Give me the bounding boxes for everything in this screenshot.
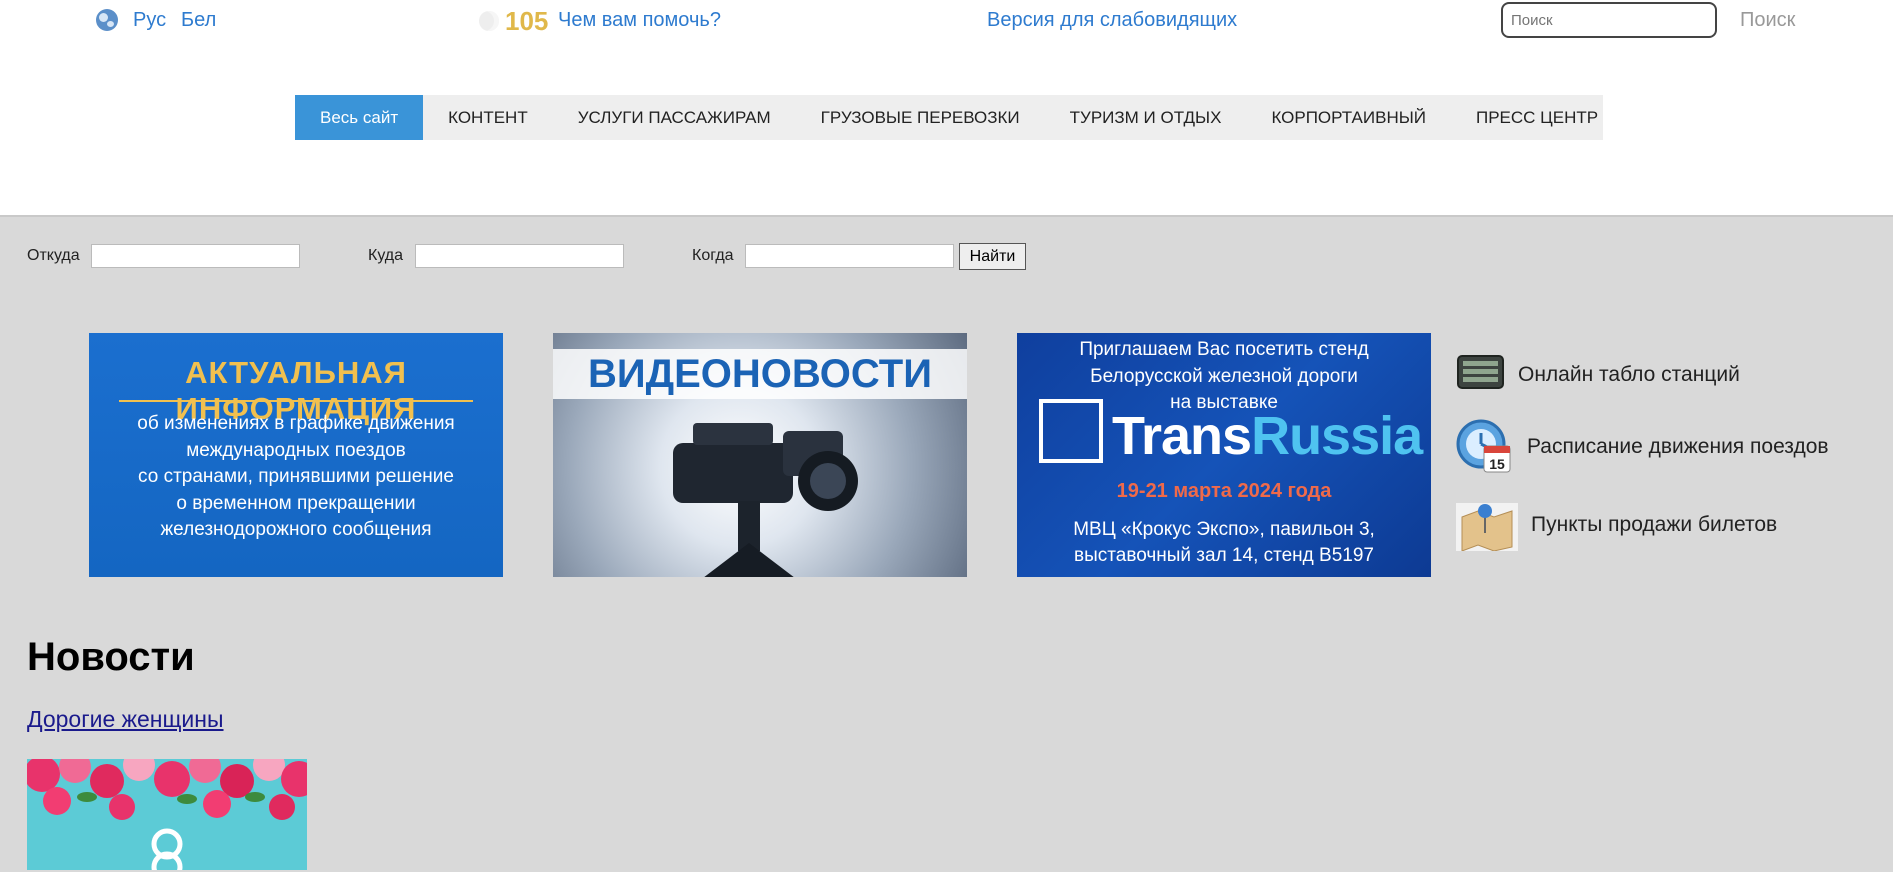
when-label: Когда — [692, 247, 734, 264]
nav-item-content[interactable]: КОНТЕНТ — [423, 95, 553, 140]
banner-info-text: об изменениях в графике движения междуна… — [89, 411, 503, 544]
banner-info-line: железнодорожного сообщения — [160, 519, 432, 540]
nav-item-passenger-services[interactable]: УСЛУГИ ПАССАЖИРАМ — [553, 95, 796, 140]
hotline-number: 105 — [505, 6, 549, 36]
banner-transrussia[interactable]: Приглашаем Вас посетить стенд Белорусско… — [1017, 333, 1431, 577]
flowers-image — [27, 759, 307, 870]
banner-expo-venue: МВЦ «Крокус Экспо», павильон 3, выставоч… — [1017, 517, 1431, 569]
banner-expo-venue-line: выставочный зал 14, стенд B5197 — [1074, 545, 1374, 566]
banner-expo-line: Белорусской железной дороги — [1090, 365, 1358, 387]
banner-info-line: о временном прекращении — [176, 492, 416, 514]
top-bar: Рус Бел 105 Чем вам помочь? Версия для с… — [0, 0, 1893, 44]
transrussia-logo-icon — [1039, 399, 1103, 463]
banner-expo-dates: 19-21 марта 2024 года — [1116, 480, 1332, 502]
to-input[interactable] — [415, 244, 624, 268]
moon-icon — [479, 11, 499, 31]
quick-link-schedule[interactable]: Расписание движения поездов — [1527, 435, 1829, 459]
nav-item-all-site[interactable]: Весь сайт — [295, 95, 424, 140]
banner-info-line: со странами, принявшими решение — [138, 466, 454, 487]
lang-ru-link[interactable]: Рус — [133, 9, 166, 32]
help-link[interactable]: Чем вам помочь? — [558, 9, 721, 32]
station-board-icon[interactable] — [1457, 355, 1504, 389]
search-input[interactable] — [1501, 2, 1717, 38]
date-input[interactable] — [745, 244, 954, 268]
search-button[interactable]: Поиск — [1740, 9, 1795, 32]
nav-item-tourism[interactable]: ТУРИЗМ И ОТДЫХ — [1045, 95, 1247, 140]
schedule-icon[interactable]: 15 — [1456, 418, 1511, 473]
nav-item-press-center[interactable]: ПРЕСС ЦЕНТР — [1451, 95, 1623, 140]
globe-icon — [96, 9, 118, 31]
nav-item-freight[interactable]: ГРУЗОВЫЕ ПЕРЕВОЗКИ — [796, 95, 1045, 140]
main-nav: Весь сайт КОНТЕНТ УСЛУГИ ПАССАЖИРАМ ГРУЗ… — [295, 95, 1603, 140]
from-input[interactable] — [91, 244, 300, 268]
banner-expo-line: Приглашаем Вас посетить стенд — [1079, 339, 1369, 360]
banner-info-line: международных поездов — [186, 439, 406, 461]
news-item-link[interactable]: Дорогие женщины — [27, 706, 224, 733]
news-item-image[interactable] — [27, 759, 307, 870]
brand-part-russia: Russia — [1251, 406, 1423, 466]
low-vision-link[interactable]: Версия для слабовидящих — [987, 9, 1237, 32]
map-pin-icon[interactable] — [1456, 503, 1518, 551]
find-button[interactable]: Найти — [959, 243, 1026, 270]
to-label: Куда — [368, 247, 404, 264]
banner-expo-venue-line: МВЦ «Крокус Экспо», павильон 3, — [1073, 519, 1375, 540]
news-heading: Новости — [27, 635, 195, 679]
lang-be-link[interactable]: Бел — [181, 9, 216, 32]
banner-info-line: об изменениях в графике движения — [137, 413, 455, 434]
quick-link-ticket-offices[interactable]: Пункты продажи билетов — [1531, 513, 1777, 537]
schedule-icon-day: 15 — [1489, 456, 1505, 472]
quick-link-station-board[interactable]: Онлайн табло станций — [1518, 363, 1740, 387]
brand-part-trans: Trans — [1112, 406, 1252, 466]
transrussia-brand: TransRussia — [1112, 405, 1423, 467]
nav-item-corporate[interactable]: КОРПОРТАИВНЫЙ — [1246, 95, 1451, 140]
banner-video-news[interactable]: ВИДЕОНОВОСТИ — [553, 333, 967, 577]
video-camera-icon — [673, 423, 858, 577]
from-label: Откуда — [27, 247, 80, 264]
banner-info-divider — [119, 400, 473, 402]
banner-current-info[interactable]: АКТУАЛЬНАЯ ИНФОРМАЦИЯ об изменениях в гр… — [89, 333, 503, 577]
banner-video-title: ВИДЕОНОВОСТИ — [587, 352, 932, 396]
